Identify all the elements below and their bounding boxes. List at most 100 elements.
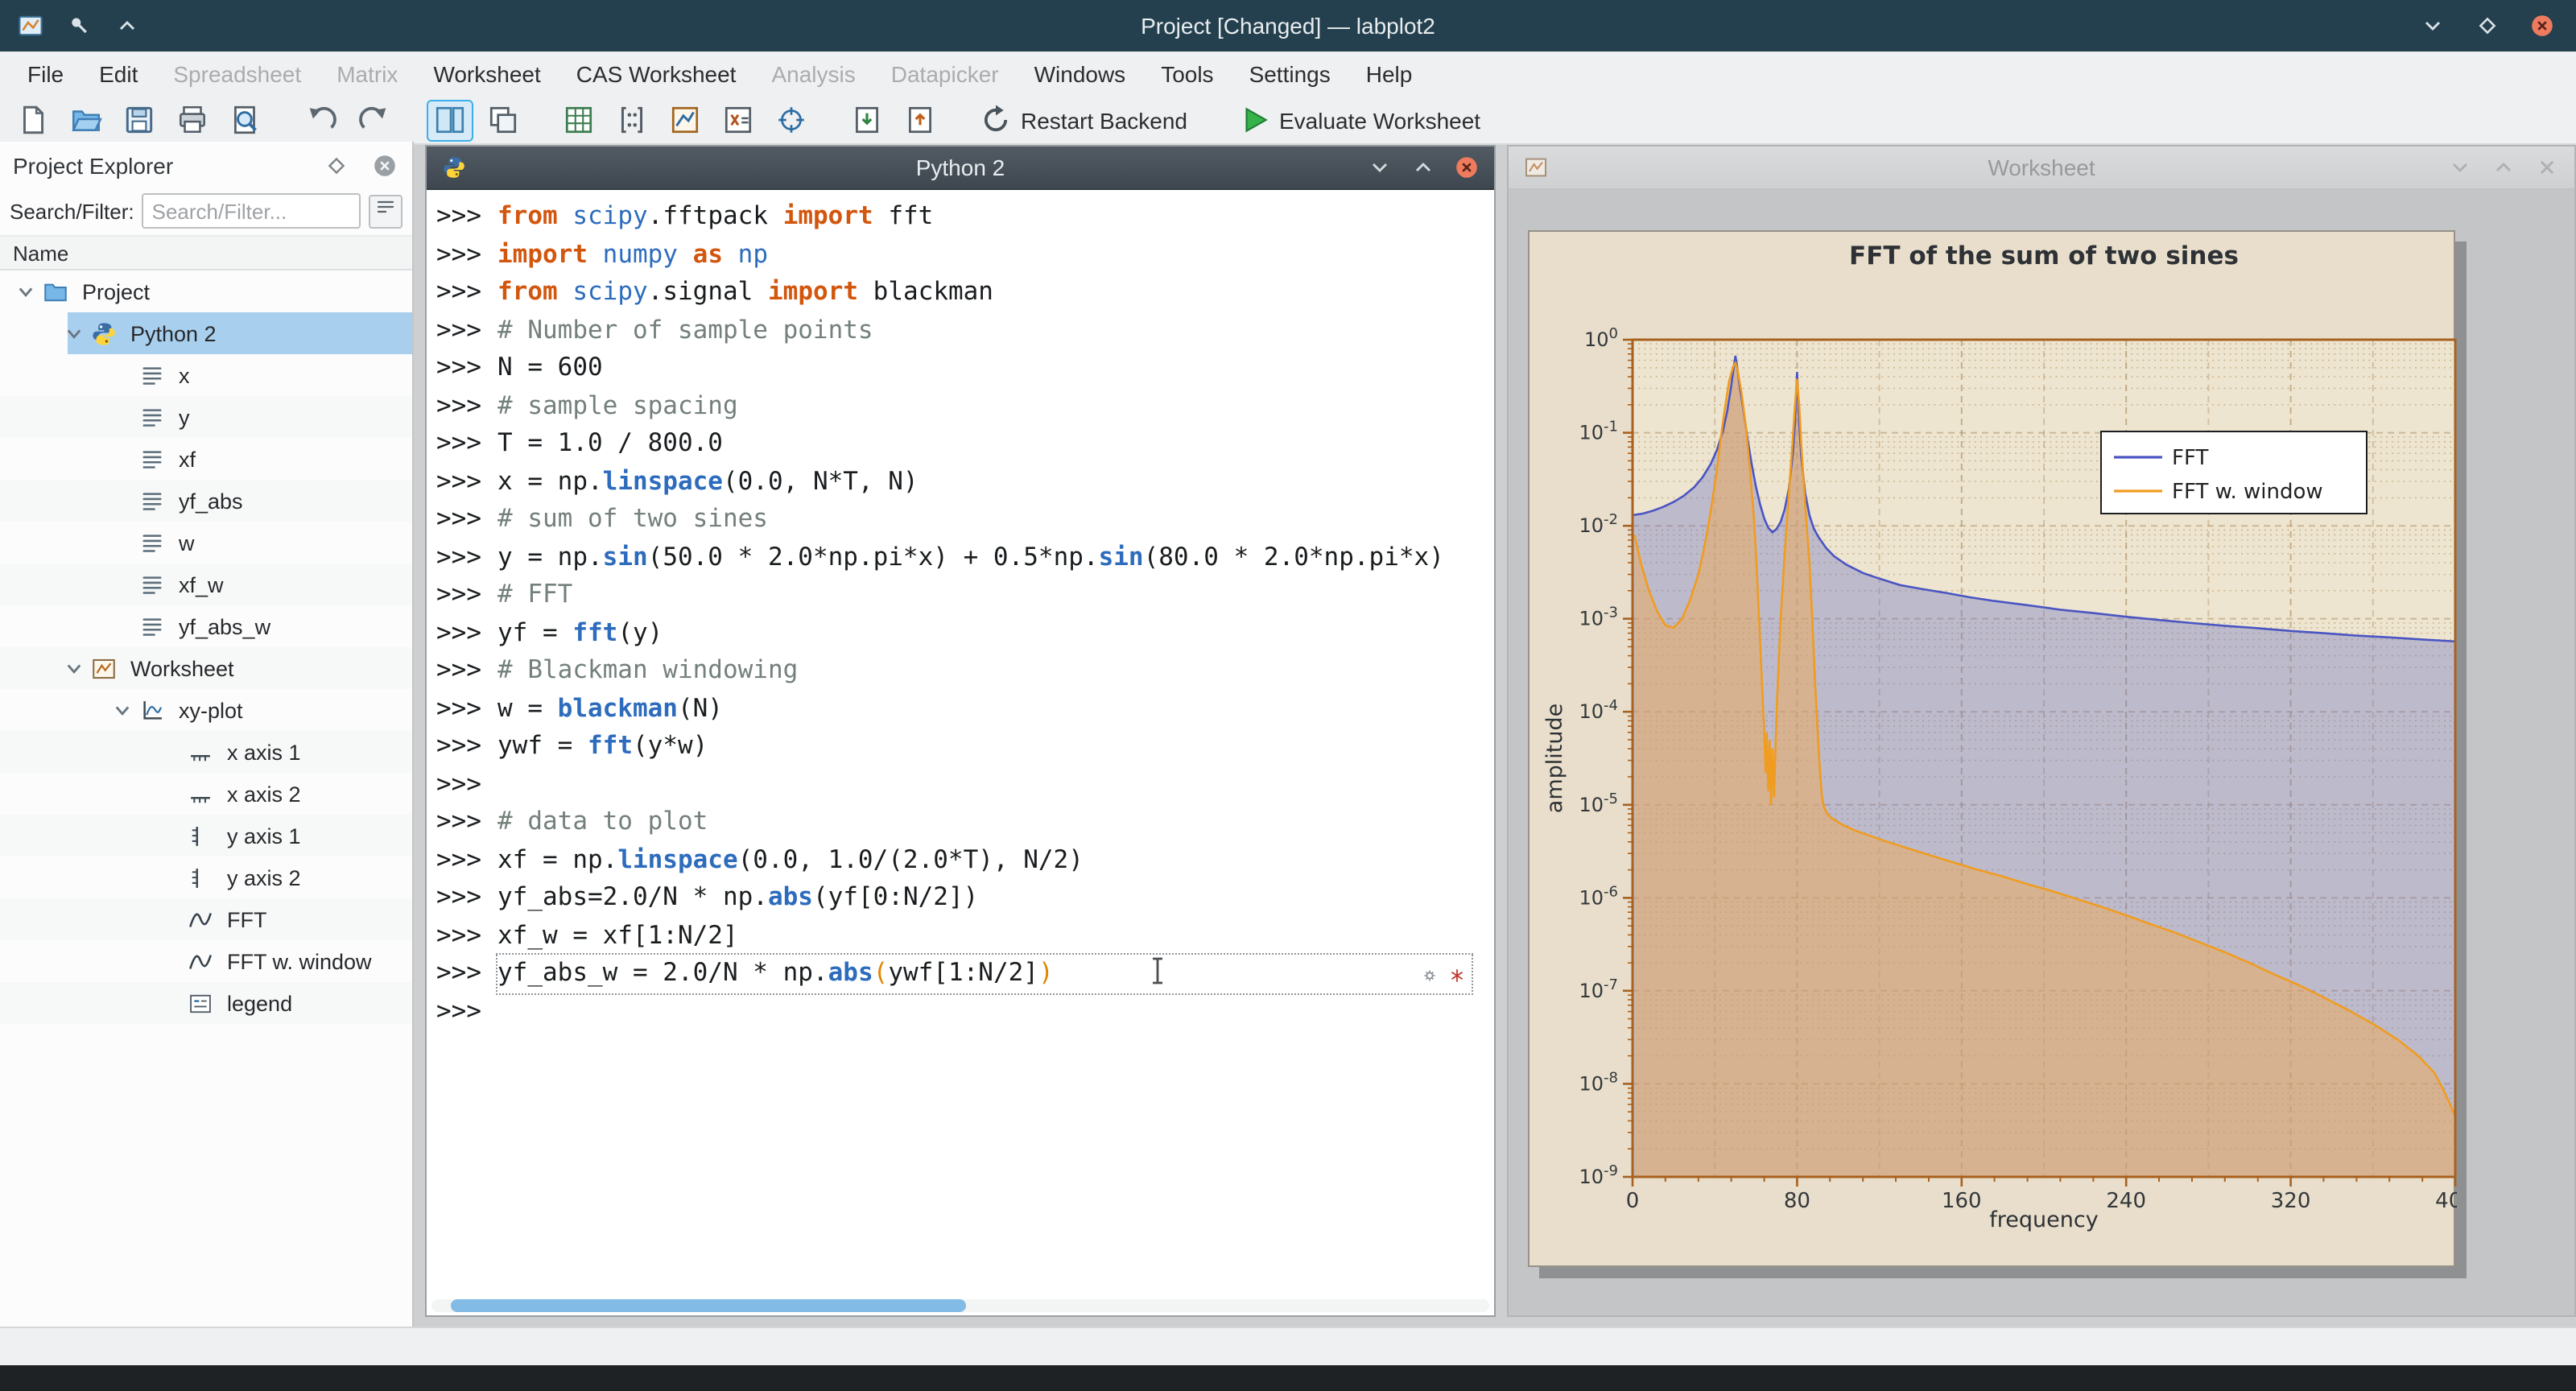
- scrollbar-thumb[interactable]: [451, 1299, 966, 1312]
- menu-worksheet[interactable]: Worksheet: [415, 52, 558, 97]
- tree-item-yf-abs[interactable]: yf_abs: [0, 480, 412, 522]
- search-input[interactable]: [142, 193, 361, 229]
- prompt: >>>: [436, 312, 497, 349]
- new-worksheet-button[interactable]: [662, 99, 708, 141]
- tree-item-fft[interactable]: FFT: [0, 898, 412, 940]
- close-worksheet-icon[interactable]: [2533, 153, 2562, 182]
- close-window-icon[interactable]: [2528, 11, 2557, 40]
- console-line: >>># Number of sample points: [436, 312, 1484, 349]
- tree-item-label: Project: [82, 279, 150, 303]
- svg-text:10-2: 10-2: [1579, 511, 1619, 537]
- curve-icon: [187, 947, 217, 976]
- menu-edit[interactable]: Edit: [81, 52, 155, 97]
- menu-tools[interactable]: Tools: [1143, 52, 1231, 97]
- expander-spacer: [161, 992, 184, 1014]
- tree-item-w[interactable]: w: [0, 522, 412, 563]
- menu-settings[interactable]: Settings: [1232, 52, 1348, 97]
- undo-button[interactable]: [298, 99, 345, 141]
- tree-item-y[interactable]: y: [0, 396, 412, 438]
- tree-item-x-axis-2[interactable]: x axis 2: [0, 773, 412, 815]
- new-cas-worksheet-button[interactable]: [715, 99, 762, 141]
- pin-icon[interactable]: [64, 11, 93, 40]
- save-icon: [122, 103, 156, 137]
- minimize-worksheet-icon[interactable]: [2446, 153, 2475, 182]
- tree-item-x-axis-1[interactable]: x axis 1: [0, 731, 412, 773]
- svg-text:240: 240: [2106, 1189, 2146, 1213]
- minimize-window-icon[interactable]: [2418, 11, 2447, 40]
- restart-backend-icon: [979, 103, 1013, 137]
- float-panel-icon[interactable]: [322, 151, 351, 180]
- entry-remove-icon[interactable]: [1447, 960, 1467, 997]
- tree-item-label: Python 2: [130, 321, 217, 345]
- worksheet-view[interactable]: 08016024032040010010-110-210-310-410-510…: [1509, 190, 2574, 1315]
- menu-cas-worksheet[interactable]: CAS Worksheet: [559, 52, 754, 97]
- new-datapicker-icon: [774, 103, 808, 137]
- tree-item-y-axis-2[interactable]: y axis 2: [0, 856, 412, 898]
- worksheet-titlebar[interactable]: Worksheet: [1509, 147, 2574, 190]
- tree-item-xy-plot[interactable]: xy-plot: [0, 689, 412, 731]
- maximize-worksheet-icon[interactable]: [2489, 153, 2518, 182]
- evaluate-worksheet-label: Evaluate Worksheet: [1279, 107, 1480, 133]
- legendicon-icon: [187, 989, 217, 1017]
- svg-text:frequency: frequency: [1989, 1207, 2098, 1232]
- horizontal-scrollbar[interactable]: [431, 1299, 1489, 1312]
- tree-item-x[interactable]: x: [0, 354, 412, 396]
- close-panel-icon[interactable]: [370, 151, 399, 180]
- worksheet-window: Worksheet 08016024032040010010-110-210-3…: [1507, 145, 2576, 1317]
- expander-icon[interactable]: [113, 699, 135, 721]
- tree-item-project[interactable]: Project: [0, 270, 412, 312]
- open-file-button[interactable]: [63, 99, 109, 141]
- tree-item-yf-abs-w[interactable]: yf_abs_w: [0, 605, 412, 647]
- print-preview-button[interactable]: [222, 99, 269, 141]
- tree-item-xf[interactable]: xf: [0, 438, 412, 480]
- evaluate-worksheet-button[interactable]: Evaluate Worksheet: [1231, 99, 1495, 141]
- tree-item-python-2[interactable]: Python 2: [0, 312, 412, 354]
- maximize-window-icon[interactable]: [2473, 11, 2502, 40]
- menubar: FileEditSpreadsheetMatrixWorksheetCAS Wo…: [0, 52, 2576, 97]
- menu-help[interactable]: Help: [1348, 52, 1430, 97]
- tree-item-xf-w[interactable]: xf_w: [0, 563, 412, 605]
- close-subwindow-icon[interactable]: [1452, 153, 1481, 182]
- wstree-icon: [90, 654, 121, 683]
- expander-spacer: [161, 950, 184, 972]
- tile-windows-button[interactable]: [427, 99, 473, 141]
- toolbar-separator: [818, 119, 840, 121]
- filter-options-button[interactable]: [369, 194, 402, 228]
- expander-spacer: [113, 364, 135, 386]
- tree-item-y-axis-1[interactable]: y axis 1: [0, 815, 412, 856]
- restart-backend-button[interactable]: Restart Backend: [972, 99, 1202, 141]
- expander-icon[interactable]: [64, 322, 87, 345]
- tree-item-legend[interactable]: legend: [0, 982, 412, 1024]
- screen-edge: [0, 1365, 2576, 1391]
- import-button[interactable]: [844, 99, 890, 141]
- column-icon: [138, 612, 169, 641]
- console-titlebar[interactable]: Python 2: [427, 147, 1494, 190]
- console-session[interactable]: >>>from scipy.fftpack import fft>>>impor…: [427, 190, 1494, 1315]
- menu-windows[interactable]: Windows: [1017, 52, 1144, 97]
- entry-settings-icon[interactable]: [1420, 960, 1439, 997]
- tree-item-worksheet[interactable]: Worksheet: [0, 647, 412, 689]
- new-file-button[interactable]: [10, 99, 56, 141]
- new-datapicker-button[interactable]: [768, 99, 815, 141]
- minimize-subwindow-icon[interactable]: [1365, 153, 1394, 182]
- export-button[interactable]: [897, 99, 943, 141]
- command-entry-current[interactable]: yf_abs_w = 2.0/N * np.abs(ywf[1:N/2]): [497, 955, 1472, 993]
- maximize-subwindow-icon[interactable]: [1409, 153, 1438, 182]
- tree-item-label: FFT w. window: [227, 949, 372, 973]
- new-matrix-button[interactable]: [609, 99, 655, 141]
- shade-window-icon[interactable]: [113, 11, 142, 40]
- fft-plot[interactable]: 08016024032040010010-110-210-310-410-510…: [1530, 232, 2457, 1269]
- filter-options-icon: [374, 195, 398, 227]
- expander-spacer: [161, 741, 184, 763]
- new-spreadsheet-button[interactable]: [555, 99, 602, 141]
- save-button[interactable]: [116, 99, 163, 141]
- worksheet-page[interactable]: 08016024032040010010-110-210-310-410-510…: [1528, 230, 2455, 1267]
- cascade-windows-button[interactable]: [480, 99, 526, 141]
- evaluate-worksheet-icon: [1237, 103, 1271, 137]
- menu-file[interactable]: File: [10, 52, 81, 97]
- print-button[interactable]: [169, 99, 216, 141]
- expander-icon[interactable]: [64, 657, 87, 679]
- expander-icon[interactable]: [16, 280, 39, 303]
- redo-button[interactable]: [351, 99, 398, 141]
- tree-item-fft-w-window[interactable]: FFT w. window: [0, 940, 412, 982]
